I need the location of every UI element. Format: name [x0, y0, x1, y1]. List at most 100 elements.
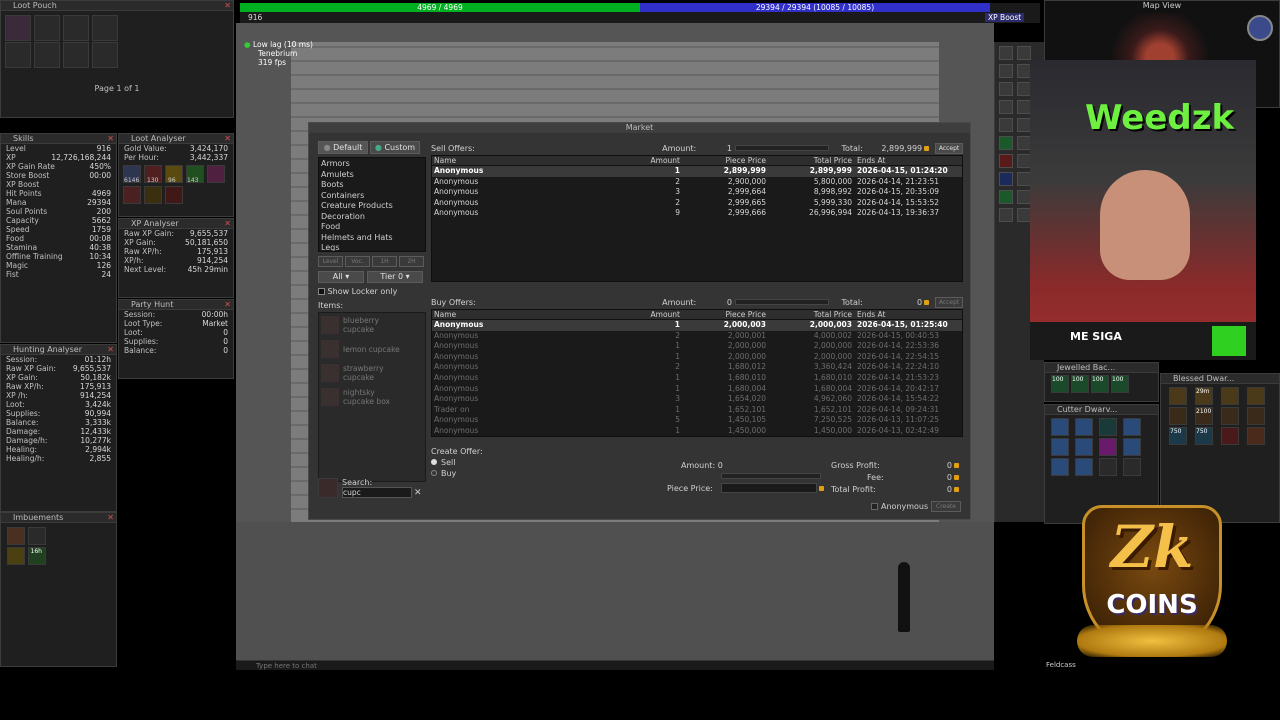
piece-price-input[interactable] — [721, 483, 817, 493]
action-slot[interactable] — [1017, 46, 1031, 60]
action-slot[interactable] — [999, 172, 1013, 186]
buy-offer-row[interactable]: Anonymous 1 2,000,003 2,000,003 2026-04-15, … — [432, 320, 962, 331]
container-item[interactable] — [1221, 427, 1239, 445]
buy-offer-row[interactable]: Trader on 1 1,652,101 1,652,101 2026-04-14, … — [432, 405, 962, 416]
sell-offer-column-header[interactable]: Piece Price — [682, 156, 768, 165]
loot-slot[interactable] — [63, 42, 89, 68]
buy-offer-column-header[interactable]: Piece Price — [682, 310, 768, 319]
loot-slot[interactable] — [34, 15, 60, 41]
container-item[interactable] — [1123, 458, 1141, 476]
loot-slot[interactable] — [92, 42, 118, 68]
container-item[interactable] — [1051, 418, 1069, 436]
container-item[interactable] — [1169, 387, 1187, 405]
container-item[interactable] — [1221, 387, 1239, 405]
loot-slot[interactable] — [63, 15, 89, 41]
show-locker-checkbox[interactable] — [318, 288, 325, 295]
action-slot[interactable] — [1017, 154, 1031, 168]
sell-offer-column-header[interactable]: Amount — [582, 156, 682, 165]
action-slot[interactable] — [999, 190, 1013, 204]
tab-default[interactable]: ● Default — [318, 141, 368, 154]
container-item[interactable] — [1221, 407, 1239, 425]
close-icon[interactable]: ✕ — [107, 134, 114, 143]
container-item[interactable] — [1099, 458, 1117, 476]
close-icon[interactable]: ✕ — [107, 345, 114, 354]
buy-amount-slider[interactable] — [734, 299, 830, 305]
category-item[interactable]: Helmets and Hats — [321, 233, 423, 244]
chat-input[interactable] — [256, 661, 556, 670]
container-item[interactable] — [1169, 407, 1187, 425]
sell-offer-column-header[interactable]: Ends At — [854, 156, 954, 165]
game-world-lower[interactable] — [236, 522, 994, 662]
action-slot[interactable] — [1017, 136, 1031, 150]
container-item[interactable]: 100 — [1071, 375, 1089, 393]
loot-item-icon[interactable]: 96 — [165, 165, 183, 184]
filter-voc-button[interactable]: Voc. — [345, 256, 370, 267]
sell-offer-row[interactable]: Anonymous 3 2,999,664 8,998,992 2026-04-15, … — [432, 187, 962, 198]
sell-offer-column-header[interactable]: Name — [432, 156, 582, 165]
category-item[interactable]: Armors — [321, 159, 423, 170]
buy-offer-column-header[interactable]: Name — [432, 310, 582, 319]
action-slot[interactable] — [1017, 208, 1031, 222]
sell-offer-row[interactable]: Anonymous 1 2,899,999 2,899,999 2026-04-15, … — [432, 166, 962, 177]
filter-1h-button[interactable]: 1H — [372, 256, 397, 267]
category-item[interactable]: Legs — [321, 243, 423, 251]
filter-all-select[interactable]: All ▾ — [318, 271, 364, 283]
container-item[interactable]: 100 — [1051, 375, 1069, 393]
loot-item-icon[interactable] — [165, 186, 183, 204]
loot-item-icon[interactable] — [123, 186, 141, 204]
buy-offer-row[interactable]: Anonymous 3 1,654,020 4,962,060 2026-04-14, … — [432, 394, 962, 405]
container-item[interactable] — [1051, 458, 1069, 476]
imbuement-icon[interactable] — [27, 527, 46, 545]
category-item[interactable]: Containers — [321, 191, 423, 202]
container-item[interactable]: 750 — [1169, 427, 1187, 445]
buy-offer-row[interactable]: Anonymous 2 2,000,001 4,000,002 2026-04-15, … — [432, 331, 962, 342]
accept-sell-button[interactable]: Accept — [935, 142, 963, 154]
container-item[interactable]: 100 — [1111, 375, 1129, 393]
action-slot[interactable] — [999, 136, 1013, 150]
action-slot[interactable] — [999, 64, 1013, 78]
buy-radio[interactable] — [431, 470, 437, 476]
buy-offer-column-header[interactable]: Total Price — [768, 310, 854, 319]
container-item[interactable]: 29m — [1195, 387, 1213, 405]
container-item[interactable] — [1123, 418, 1141, 436]
loot-item-icon[interactable]: 6146 — [123, 165, 141, 184]
filter-2h-button[interactable]: 2H — [399, 256, 424, 267]
container-item[interactable] — [1099, 418, 1117, 436]
sell-offer-row[interactable]: Anonymous 2 2,900,000 5,800,000 2026-04-14, … — [432, 177, 962, 188]
imbuement-icon[interactable]: 16h — [27, 547, 46, 565]
action-slot[interactable] — [999, 46, 1013, 60]
anonymous-checkbox[interactable] — [871, 503, 878, 510]
action-slot[interactable] — [999, 154, 1013, 168]
action-slot[interactable] — [999, 100, 1013, 114]
buy-offer-row[interactable]: Anonymous 1 2,000,000 2,000,000 2026-04-14, … — [432, 352, 962, 363]
chat-tab[interactable]: Feldcass — [1046, 661, 1076, 669]
container-item[interactable]: 100 — [1091, 375, 1109, 393]
loot-slot[interactable] — [5, 15, 31, 41]
category-item[interactable]: Amulets — [321, 170, 423, 181]
create-offer-button[interactable]: Create — [931, 501, 961, 512]
category-item[interactable]: Boots — [321, 180, 423, 191]
market-item[interactable]: nightsky cupcake box — [319, 385, 425, 409]
sell-amount-slider[interactable] — [734, 145, 830, 151]
compass-icon[interactable] — [1247, 15, 1273, 41]
container-item[interactable]: 2100 — [1195, 407, 1213, 425]
accept-buy-button[interactable]: Accept — [935, 296, 963, 308]
action-slot[interactable] — [999, 82, 1013, 96]
buy-offer-row[interactable]: Anonymous 1 1,680,010 1,680,010 2026-04-14, … — [432, 373, 962, 384]
tab-custom[interactable]: ● Custom — [370, 141, 420, 154]
container-item[interactable] — [1099, 438, 1117, 456]
container-item[interactable]: 750 — [1195, 427, 1213, 445]
close-icon[interactable]: ✕ — [224, 219, 231, 228]
tier-select[interactable]: Tier 0 ▾ — [367, 271, 423, 283]
category-item[interactable]: Food — [321, 222, 423, 233]
market-item[interactable]: blueberry cupcake — [319, 313, 425, 337]
container-item[interactable] — [1247, 387, 1265, 405]
close-icon[interactable]: ✕ — [224, 134, 231, 143]
buy-offer-column-header[interactable]: Amount — [582, 310, 682, 319]
loot-slot[interactable] — [92, 15, 118, 41]
action-slot[interactable] — [1017, 118, 1031, 132]
filter-level-button[interactable]: Level — [318, 256, 343, 267]
sell-radio[interactable] — [431, 459, 437, 465]
buy-offer-row[interactable]: Anonymous 2 1,680,012 3,360,424 2026-04-14, … — [432, 362, 962, 373]
market-item[interactable]: lemon cupcake — [319, 337, 425, 361]
